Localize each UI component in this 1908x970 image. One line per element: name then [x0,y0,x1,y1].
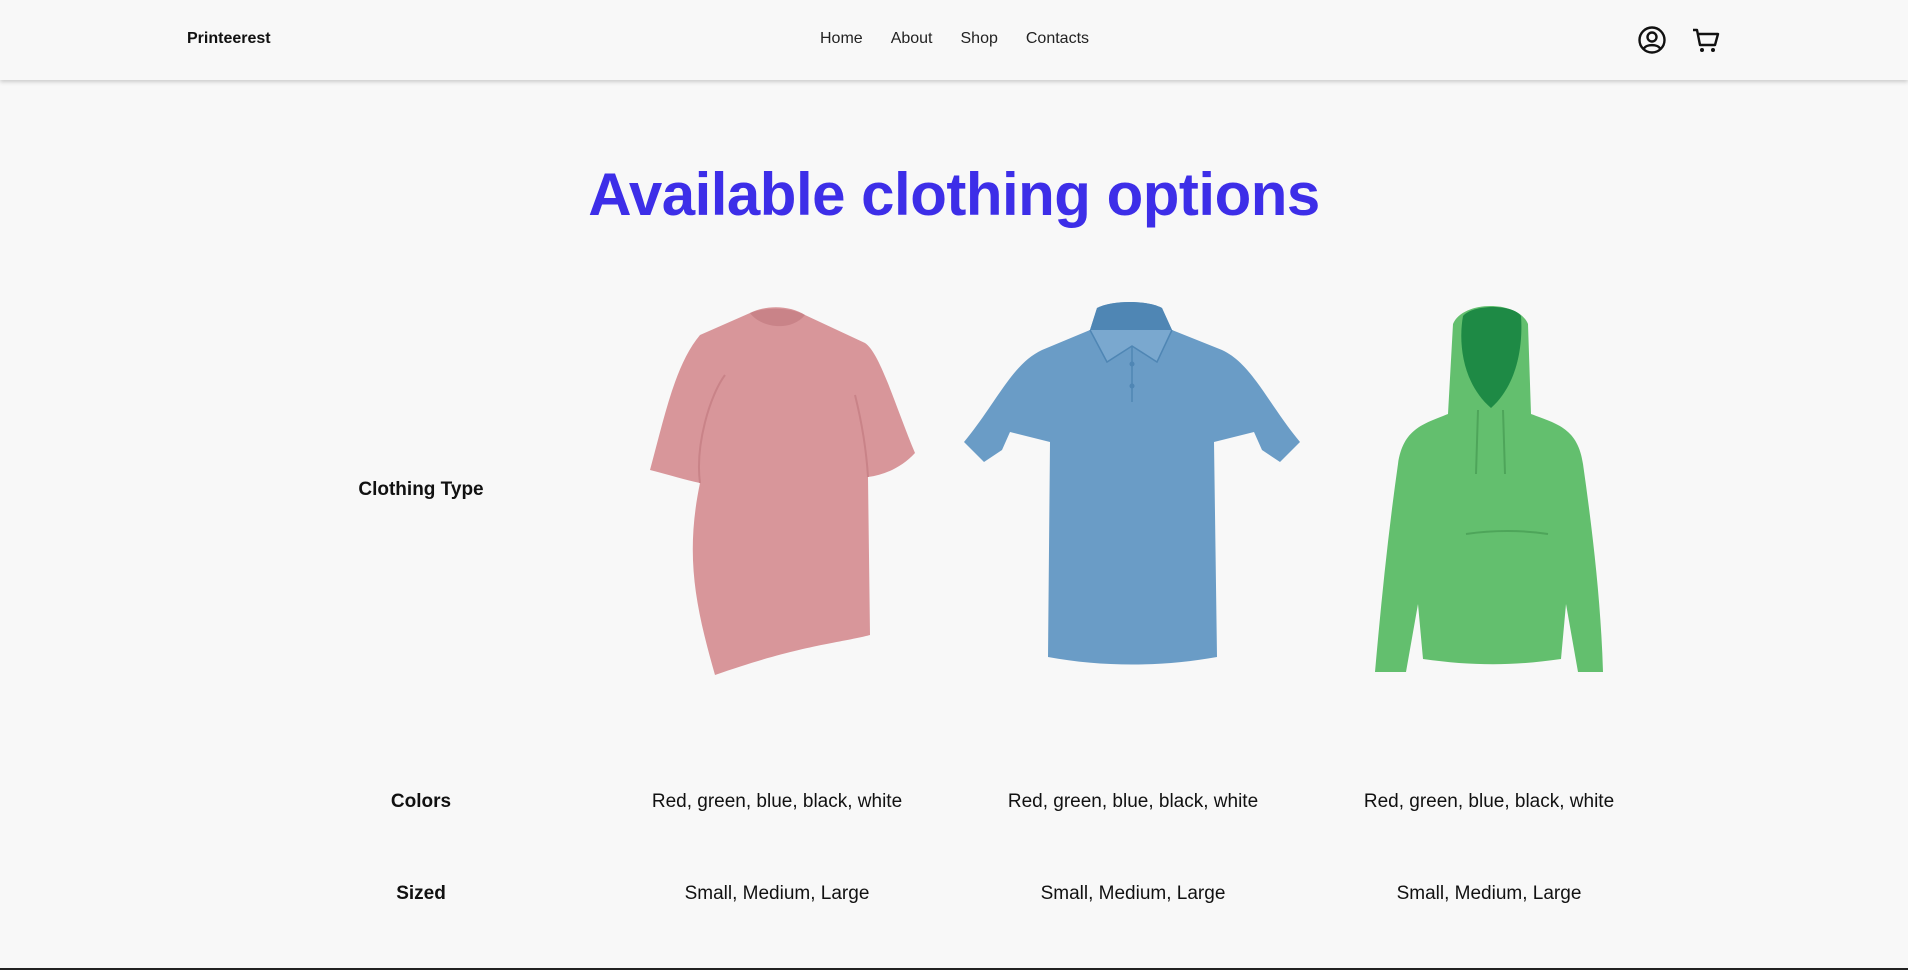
user-account-icon[interactable] [1636,24,1668,56]
nav-home[interactable]: Home [820,30,863,48]
polo-shirt-image [962,302,1302,672]
t-shirt-sizes: Small, Medium, Large [684,883,870,904]
nav-shop[interactable]: Shop [961,30,998,48]
shopping-cart-icon[interactable] [1690,24,1722,56]
clothing-type-label: Clothing Type [358,479,484,500]
hoodie-image [1373,304,1608,681]
sizes-label: Sized [396,883,446,904]
page-title: Available clothing options [588,161,1320,228]
nav-contacts[interactable]: Contacts [1026,30,1089,48]
t-shirt-colors: Red, green, blue, black, white [651,791,903,812]
header-actions [1636,24,1722,56]
hoodie-sizes: Small, Medium, Large [1396,883,1582,904]
t-shirt-image [640,305,920,685]
polo-shirt-sizes: Small, Medium, Large [1040,883,1226,904]
site-header: Printeerest Home About Shop Contacts [0,0,1908,80]
hoodie-colors: Red, green, blue, black, white [1363,791,1615,812]
main-nav: Home About Shop Contacts [820,30,1117,48]
colors-label: Colors [390,791,452,812]
brand-logo[interactable]: Printeerest [187,30,271,48]
polo-shirt-colors: Red, green, blue, black, white [1007,791,1259,812]
nav-about[interactable]: About [891,30,933,48]
